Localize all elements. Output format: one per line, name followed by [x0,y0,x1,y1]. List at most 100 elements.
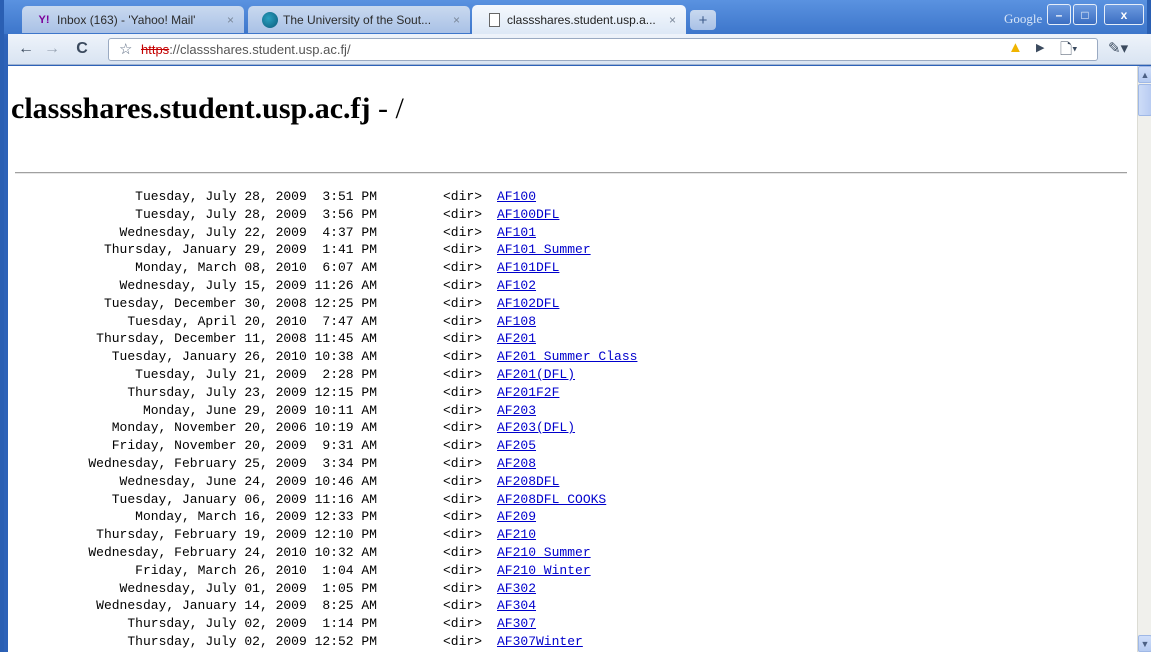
directory-link[interactable]: AF208 [497,456,536,471]
new-tab-button[interactable]: + [690,10,716,30]
listing-type: <dir> [443,616,483,632]
tab-close-icon[interactable]: × [669,13,676,27]
page-menu-icon[interactable]: 🗋▾ [1060,39,1078,64]
directory-link[interactable]: AF108 [497,314,536,329]
listing-type: <dir> [443,260,483,276]
close-window-button[interactable]: x [1104,4,1144,25]
tab-close-icon[interactable]: × [227,13,234,27]
listing-type: <dir> [443,384,483,400]
listing-type: <dir> [443,455,483,471]
warning-icon[interactable]: ▲ [1008,40,1024,56]
directory-link[interactable]: AF201 [497,331,536,346]
directory-link[interactable]: AF102DFL [497,296,559,311]
listing-type: <dir> [443,402,483,418]
tab-classshares[interactable]: classshares.student.usp.a... × [472,5,686,34]
listing-date: Tuesday, January 26, 2010 10:38 AM [111,349,377,365]
back-button[interactable]: ← [16,39,36,59]
listing-type: <dir> [443,242,483,258]
url-text[interactable]: https://classshares.student.usp.ac.fj/ [141,42,351,57]
directory-link[interactable]: AF201F2F [497,385,559,400]
directory-link[interactable]: AF304 [497,598,536,613]
tab-usp[interactable]: The University of the Sout... × [248,6,470,33]
scroll-thumb[interactable] [1138,84,1151,116]
maximize-button[interactable]: □ [1073,4,1097,25]
listing-date: Tuesday, July 28, 2009 3:56 PM [135,206,377,222]
listing-type: <dir> [443,598,483,614]
listing-date: Wednesday, January 14, 2009 8:25 AM [96,598,377,614]
address-bar[interactable]: ☆ https://classshares.student.usp.ac.fj/ [108,38,1098,61]
listing-row: Thursday, July 02, 2009 12:52 PM <dir> AF3… [8,634,808,652]
scroll-up-button[interactable]: ▲ [1138,66,1151,83]
listing-type: <dir> [443,491,483,507]
listing-row: Tuesday, December 30, 2008 12:25 PM <dir>… [8,296,808,314]
listing-type: <dir> [443,224,483,240]
listing-date: Wednesday, July 01, 2009 1:05 PM [119,580,377,596]
directory-link[interactable]: AF210 [497,527,536,542]
directory-link[interactable]: AF203(DFL) [497,420,575,435]
url-rest: ://classshares.student.usp.ac.fj/ [169,42,351,57]
google-label: Google [1004,11,1043,26]
listing-row: Thursday, July 02, 2009 1:14 PM <dir> AF30… [8,616,808,634]
listing-type: <dir> [443,420,483,436]
listing-date: Tuesday, January 06, 2009 11:16 AM [111,491,377,507]
listing-date: Monday, June 29, 2009 10:11 AM [142,402,377,418]
directory-link[interactable]: AF208DFL [497,474,559,489]
listing-date: Monday, November 20, 2006 10:19 AM [111,420,377,436]
tab-title: classshares.student.usp.a... [507,12,656,27]
directory-link[interactable]: AF307Winter [497,634,583,649]
listing-row: Friday, November 20, 2009 9:31 AM <dir> AF… [8,438,808,456]
directory-link[interactable]: AF100DFL [497,207,559,222]
listing-date: Wednesday, February 24, 2010 10:32 AM [88,544,377,560]
directory-link[interactable]: AF100 [497,189,536,204]
directory-link[interactable]: AF208DFL_COOKS [497,492,606,507]
listing-date: Friday, November 20, 2009 9:31 AM [111,438,377,454]
directory-link[interactable]: AF210 Summer [497,545,591,560]
directory-link[interactable]: AF201 Summer Class [497,349,637,364]
listing-row: Monday, March 08, 2010 6:07 AM <dir> AF101… [8,260,808,278]
listing-date: Wednesday, July 22, 2009 4:37 PM [119,224,377,240]
page-title: classshares.student.usp.ac.fj - / [11,92,404,126]
tab-title: Inbox (163) - 'Yahoo! Mail' [57,12,196,27]
directory-link[interactable]: AF101 [497,225,536,240]
directory-link[interactable]: AF209 [497,509,536,524]
listing-type: <dir> [443,295,483,311]
directory-link[interactable]: AF101DFL [497,260,559,275]
listing-type: <dir> [443,544,483,560]
listing-date: Thursday, July 02, 2009 12:52 PM [127,633,377,649]
directory-link[interactable]: AF102 [497,278,536,293]
listing-type: <dir> [443,206,483,222]
reload-button[interactable]: C [72,39,92,59]
directory-link[interactable]: AF307 [497,616,536,631]
vertical-scrollbar[interactable]: ▲ ▼ [1137,66,1151,652]
listing-row: Tuesday, July 28, 2009 3:51 PM <dir> AF100 [8,189,808,207]
directory-link[interactable]: AF302 [497,581,536,596]
listing-date: Thursday, July 23, 2009 12:15 PM [127,384,377,400]
directory-link[interactable]: AF205 [497,438,536,453]
star-icon[interactable]: ☆ [119,40,132,58]
forward-button[interactable]: → [42,39,62,59]
listing-row: Wednesday, July 22, 2009 4:37 PM <dir> AF1… [8,225,808,243]
tab-yahoo-mail[interactable]: Y! Inbox (163) - 'Yahoo! Mail' × [22,6,244,33]
listing-date: Thursday, February 19, 2009 12:10 PM [96,527,377,543]
directory-link[interactable]: AF210 Winter [497,563,591,578]
listing-date: Monday, March 16, 2009 12:33 PM [135,509,377,525]
directory-link[interactable]: AF201(DFL) [497,367,575,382]
page-content: classshares.student.usp.ac.fj - / Tuesda… [8,66,1137,652]
minimize-button[interactable]: – [1047,4,1071,25]
listing-date: Tuesday, July 28, 2009 3:51 PM [135,189,377,204]
go-icon[interactable]: ▶ [1036,41,1044,54]
directory-link[interactable]: AF101 Summer [497,242,591,257]
listing-date: Thursday, July 02, 2009 1:14 PM [127,616,377,632]
listing-row: Tuesday, April 20, 2010 7:47 AM <dir> AF10… [8,314,808,332]
listing-row: Monday, November 20, 2006 10:19 AM <dir> A… [8,420,808,438]
wrench-icon[interactable]: ✎▾ [1108,39,1128,57]
listing-type: <dir> [443,189,483,204]
tab-close-icon[interactable]: × [453,13,460,27]
listing-row: Wednesday, July 15, 2009 11:26 AM <dir> AF… [8,278,808,296]
page-title-host: classshares.student.usp.ac.fj [11,92,371,125]
directory-link[interactable]: AF203 [497,403,536,418]
listing-date: Friday, March 26, 2010 1:04 AM [135,562,377,578]
listing-date: Wednesday, February 25, 2009 3:34 PM [88,455,377,471]
scroll-down-button[interactable]: ▼ [1138,635,1151,652]
yahoo-favicon-icon: Y! [38,13,50,26]
